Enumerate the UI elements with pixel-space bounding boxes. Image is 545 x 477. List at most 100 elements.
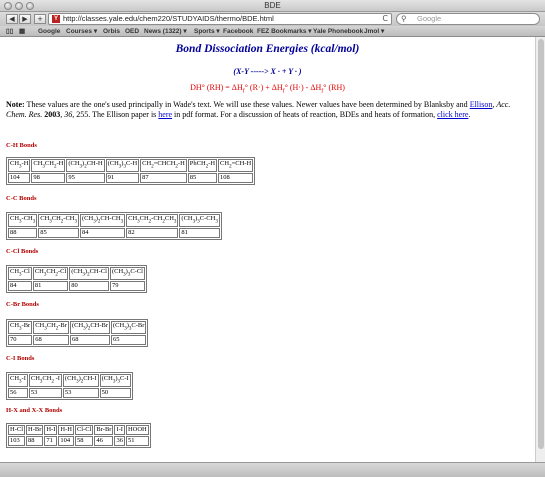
scrollbar-thumb[interactable] bbox=[538, 39, 544, 449]
note-text-1: These values are the one's used principa… bbox=[24, 100, 470, 109]
bond-name-cell: H-Cl bbox=[8, 425, 25, 435]
bond-name-cell: (CH3)3C-CH3 bbox=[179, 214, 220, 228]
bookmarks-bar: ▯▯ ▦ Google Courses ▾ Orbis OED News (13… bbox=[0, 26, 545, 37]
bookmark-courses[interactable]: Courses ▾ bbox=[66, 26, 97, 37]
pdf-here-link[interactable]: here bbox=[158, 110, 172, 119]
bde-value-cell: 70 bbox=[8, 335, 33, 346]
click-here-link[interactable]: click here bbox=[437, 110, 468, 119]
journal-year: 2003 bbox=[44, 110, 61, 119]
bond-name-cell: CH3-H bbox=[8, 159, 31, 173]
bookmark-news[interactable]: News (1322) ▾ bbox=[144, 26, 187, 37]
forward-button[interactable]: ▶ bbox=[19, 14, 31, 24]
section-title: C-Cl Bonds bbox=[6, 248, 39, 255]
note-text-5: , 255. The Ellison paper is bbox=[72, 110, 159, 119]
bde-table: CH3-I CH3CH2 -I (CH3)2CH-I (CH3)3C-I 56 53 53 5… bbox=[6, 372, 133, 401]
bond-name-cell: CH3CH2-H bbox=[31, 159, 66, 173]
search-input[interactable]: ⚲ Google bbox=[396, 13, 540, 25]
back-button[interactable]: ◀ bbox=[6, 14, 18, 24]
bond-name-cell: CH3CH2-Cl bbox=[32, 267, 69, 281]
vertical-scrollbar[interactable] bbox=[535, 37, 545, 462]
table-header-row: H-Cl H-Br H-I H-H Cl-Cl Br-Br I-I HOOH bbox=[8, 425, 149, 435]
bond-name-cell: CH3CH2 -I bbox=[28, 374, 62, 388]
grid-icon[interactable]: ▦ bbox=[19, 28, 25, 35]
bde-table: H-Cl H-Br H-I H-H Cl-Cl Br-Br I-I HOOH 103 88 71 10… bbox=[6, 423, 151, 448]
bde-value-cell: 81 bbox=[32, 281, 69, 292]
bde-formula: DH° (RH) = ΔHf° (R·) + ΔHf° (H·) - ΔHf° … bbox=[190, 83, 345, 95]
bde-value-cell: 88 bbox=[26, 436, 44, 446]
search-placeholder: Google bbox=[417, 14, 442, 23]
bde-value-cell: 51 bbox=[125, 436, 149, 446]
page-heading: Bond Dissociation Energies (kcal/mol) bbox=[175, 43, 360, 55]
bde-value-cell: 84 bbox=[8, 281, 32, 292]
ellison-link[interactable]: Ellison bbox=[470, 100, 493, 109]
table-header-row: CH3-Br CH3CH2-Br (CH3)2CH-Br (CH3)3C-Br bbox=[8, 321, 147, 335]
bde-value-cell: 68 bbox=[33, 335, 69, 346]
bookmark-orbis[interactable]: Orbis bbox=[103, 26, 120, 37]
address-bar[interactable]: Y http://classes.yale.edu/chem220/STUDYA… bbox=[48, 13, 392, 25]
bde-table: CH3-Cl CH3CH2-Cl (CH3)2CH-Cl (CH3)3C-Cl 84 81… bbox=[6, 265, 147, 294]
search-icon: ⚲ bbox=[401, 14, 407, 23]
bond-name-cell: CH2=CHCH2-H bbox=[140, 159, 187, 173]
add-bookmark-button[interactable]: + bbox=[34, 14, 46, 24]
bde-value-cell: 85 bbox=[187, 173, 218, 184]
bde-value-cell: 108 bbox=[218, 173, 254, 184]
bde-value-cell: 36 bbox=[114, 436, 125, 446]
bde-value-cell: 56 bbox=[8, 388, 28, 399]
bde-table: CH3-Br CH3CH2-Br (CH3)2CH-Br (CH3)3C-Br 70 68… bbox=[6, 319, 149, 348]
note-text-6: in pdf format. For a discussion of heats… bbox=[172, 110, 438, 119]
bookmark-facebook[interactable]: Facebook bbox=[223, 26, 253, 37]
bde-value-cell: 91 bbox=[105, 173, 140, 184]
bde-value-cell: 68 bbox=[69, 335, 111, 346]
window-title: BDE bbox=[264, 1, 281, 10]
reload-icon[interactable]: C bbox=[382, 14, 388, 24]
section-title: C-C Bonds bbox=[6, 195, 37, 202]
bde-value-cell: 85 bbox=[38, 228, 79, 239]
bond-name-cell: H-I bbox=[44, 425, 58, 435]
table-value-row: 88 85 84 82 81 bbox=[8, 228, 220, 239]
bde-value-cell: 84 bbox=[80, 228, 126, 239]
bde-value-cell: 71 bbox=[44, 436, 58, 446]
table-header-row: CH3-H CH3CH2-H (CH3)2CH-H (CH3)3C-H CH2=CHCH… bbox=[8, 159, 254, 173]
bookmark-oed[interactable]: OED bbox=[125, 26, 139, 37]
section-title: C-I Bonds bbox=[6, 355, 35, 362]
table-value-row: 56 53 53 50 bbox=[8, 388, 131, 399]
bde-value-cell: 104 bbox=[8, 173, 31, 184]
bde-value-cell: 80 bbox=[69, 281, 109, 292]
bond-name-cell: CH3-Br bbox=[8, 321, 33, 335]
book-icon[interactable]: ▯▯ bbox=[6, 28, 13, 35]
table-header-row: CH3-Cl CH3CH2-Cl (CH3)2CH-Cl (CH3)3C-Cl bbox=[8, 267, 145, 281]
bde-value-cell: 46 bbox=[94, 436, 114, 446]
bond-name-cell: CH3-I bbox=[8, 374, 28, 388]
bde-value-cell: 104 bbox=[58, 436, 74, 446]
bond-name-cell: (CH3)2CH-I bbox=[62, 374, 99, 388]
table-header-row: CH3-I CH3CH2 -I (CH3)2CH-I (CH3)3C-I bbox=[8, 374, 131, 388]
bond-name-cell: CH3CH2-CH3 bbox=[38, 214, 79, 228]
bookmark-yale-phonebook[interactable]: Yale Phonebook bbox=[313, 26, 363, 37]
note-text-7: . bbox=[468, 110, 471, 119]
bde-value-cell: 98 bbox=[31, 173, 66, 184]
bde-value-cell: 88 bbox=[8, 228, 38, 239]
bookmark-sports[interactable]: Sports ▾ bbox=[194, 26, 220, 37]
bookmark-jmol[interactable]: Jmol ▾ bbox=[364, 26, 384, 37]
bookmarks-icons[interactable]: ▯▯ ▦ bbox=[6, 26, 25, 37]
bond-name-cell: (CH3)3C-H bbox=[105, 159, 140, 173]
status-bar bbox=[0, 462, 545, 477]
section-title: H-X and X-X Bonds bbox=[6, 407, 63, 414]
reaction-equation: (X-Y -----> X · + Y · ) bbox=[233, 67, 302, 76]
browser-toolbar: ◀ ▶ + Y http://classes.yale.edu/chem220/… bbox=[0, 12, 545, 26]
table-value-row: 103 88 71 104 58 46 36 51 bbox=[8, 436, 149, 446]
bde-value-cell: 79 bbox=[109, 281, 145, 292]
bond-name-cell: I-I bbox=[114, 425, 125, 435]
bond-name-cell: Br-Br bbox=[94, 425, 114, 435]
section-title: C-H Bonds bbox=[6, 142, 37, 149]
table-value-row: 84 81 80 79 bbox=[8, 281, 145, 292]
bde-value-cell: 81 bbox=[179, 228, 220, 239]
bde-value-cell: 103 bbox=[8, 436, 25, 446]
bond-name-cell: (CH3)2CH-Cl bbox=[69, 267, 109, 281]
bookmark-google[interactable]: Google bbox=[38, 26, 60, 37]
bond-name-cell: H-H bbox=[58, 425, 74, 435]
page-content: Bond Dissociation Energies (kcal/mol) (X… bbox=[0, 37, 535, 462]
bond-name-cell: PhCH2-H bbox=[187, 159, 218, 173]
bookmark-fez[interactable]: FEZ Bookmarks ▾ bbox=[257, 26, 312, 37]
bond-name-cell: CH3-Cl bbox=[8, 267, 32, 281]
